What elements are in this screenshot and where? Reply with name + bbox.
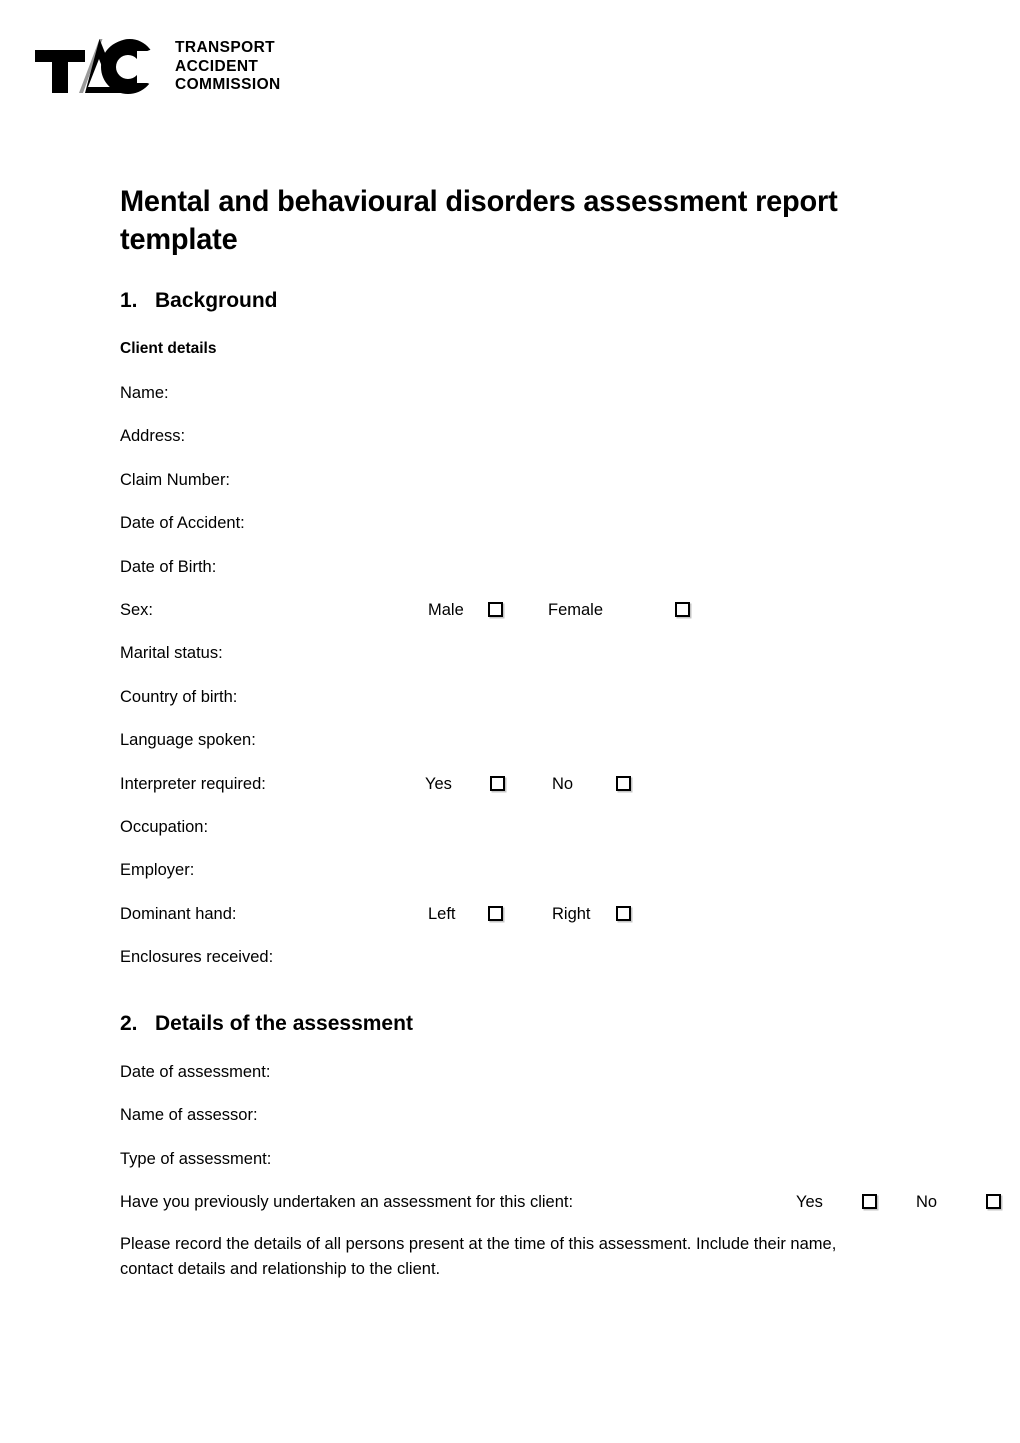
option-label: Right [552, 904, 591, 923]
option-label: Yes [796, 1193, 823, 1212]
field-row: Date of Birth: [120, 555, 910, 581]
field-label: Dominant hand: [120, 904, 237, 923]
field-label: Enclosures received: [120, 948, 274, 967]
section-title: Background [155, 289, 278, 312]
section-heading: 1. Background [120, 288, 278, 314]
field-label: Date of Accident: [120, 514, 245, 533]
section-number: 1. [120, 289, 138, 312]
option-label: No [552, 774, 574, 793]
option-label: Female [548, 601, 604, 619]
field-row: Interpreter required: Yes No [120, 772, 910, 798]
field-row: Marital status: [120, 641, 910, 667]
section-number: 2. [120, 1012, 138, 1035]
option-label: Yes [425, 774, 452, 793]
logo-line-transport: TRANSPORT [175, 39, 276, 56]
document-page: TRANSPORT ACCIDENT COMMISSION Mental and… [0, 0, 1020, 1443]
field-label: Date of assessment: [120, 1063, 271, 1081]
field-label: Type of assessment: [120, 1149, 272, 1168]
field-row: Date of assessment: [120, 1060, 910, 1086]
checkbox-no[interactable] [986, 1194, 1001, 1210]
field-row: Have you previously undertaken an assess… [120, 1190, 1001, 1216]
logo-line-commission: COMMISSION [175, 76, 281, 93]
field-row: Dominant hand: Left Right [120, 902, 910, 928]
field-label: Employer: [120, 861, 195, 880]
field-label: Country of birth: [120, 687, 238, 706]
field-row: Date of Accident: [120, 511, 910, 537]
field-row: Country of birth: [120, 685, 910, 711]
field-label: Name: [120, 384, 169, 402]
section-title: Details of the assessment [155, 1012, 413, 1035]
checkbox-female[interactable] [675, 602, 690, 617]
checkbox-left[interactable] [488, 905, 503, 921]
instruction-paragraph: Please record the details of all persons… [120, 1235, 837, 1278]
field-row: Address: [120, 424, 910, 450]
logo-line-accident: ACCIDENT [175, 57, 259, 75]
field-row: Employer: [120, 858, 910, 884]
field-row: Type of assessment: [120, 1147, 910, 1173]
field-row: Enclosures received: [120, 945, 910, 971]
field-label: Language spoken: [120, 731, 256, 750]
field-row: Name: [120, 381, 910, 407]
field-label: Claim Number: [120, 470, 231, 489]
field-row: Occupation: [120, 815, 910, 841]
checkbox-no[interactable] [616, 775, 631, 791]
field-label: Name of assessor: [120, 1106, 258, 1125]
checkbox-right[interactable] [616, 905, 631, 921]
field-row: Sex: Male Female [120, 598, 910, 624]
option-label: No [916, 1193, 938, 1212]
field-row: Language spoken: [120, 728, 910, 754]
checkbox-yes[interactable] [862, 1194, 877, 1210]
tac-logo-mark-icon [33, 37, 159, 95]
field-label: Interpreter required: [120, 774, 266, 793]
option-label: Left [428, 904, 456, 923]
field-label: Occupation: [120, 818, 209, 836]
section-heading: 2. Details of the assessment [120, 1011, 413, 1037]
checkbox-male[interactable] [488, 602, 503, 617]
field-row: Claim Number: [120, 468, 910, 494]
field-label: Address: [120, 427, 186, 446]
field-label: Marital status: [120, 644, 223, 663]
section-subheading: Client details [120, 340, 217, 357]
page-title: Mental and behavioural disorders assessm… [120, 185, 838, 257]
option-label: Male [428, 601, 464, 619]
field-row: Name of assessor: [120, 1103, 910, 1129]
field-label: Sex: [120, 601, 154, 619]
checkbox-yes[interactable] [490, 775, 505, 791]
field-label: Date of Birth: [120, 557, 217, 576]
tac-logo: TRANSPORT ACCIDENT COMMISSION [33, 33, 303, 105]
tac-logo-wordmark: TRANSPORT ACCIDENT COMMISSION [175, 39, 281, 95]
field-label: Have you previously undertaken an assess… [120, 1193, 574, 1212]
